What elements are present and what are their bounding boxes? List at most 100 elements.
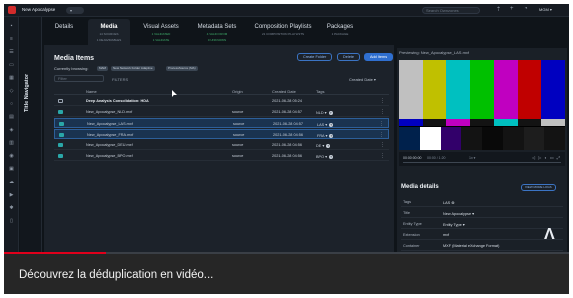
grid-icon[interactable]: ▦	[8, 75, 15, 81]
tab-packages[interactable]: Packages 1 PACKAGE	[322, 19, 358, 45]
app-logo-icon	[8, 6, 16, 14]
chevron-down-icon[interactable]: ▾	[325, 111, 327, 115]
video-frame[interactable]: New Apocalypse ▾ Search Ownzones ⇡ + ◔ M…	[4, 4, 569, 294]
box-icon[interactable]: ▣	[8, 166, 15, 172]
play-icon[interactable]: ▶	[8, 192, 15, 198]
row-menu-icon[interactable]: ⋮	[379, 132, 384, 138]
folder-icon	[58, 99, 63, 103]
users-icon[interactable]: ◉	[8, 153, 15, 159]
color-bar	[493, 60, 518, 119]
title-navigator-panel[interactable]: Title Navigator	[20, 17, 42, 257]
row-menu-icon[interactable]: ⋮	[379, 121, 384, 127]
sort-dropdown[interactable]: Created Date ▾	[349, 77, 376, 82]
media-details-title: Media details	[401, 184, 439, 190]
video-file-icon	[59, 133, 64, 137]
breadcrumb-chip[interactable]: New Network Folder Adaptive	[111, 66, 155, 71]
tab-metadata-sets[interactable]: Metadata Sets 4 VALID FROM 0 UNKNOWN	[192, 19, 242, 45]
row-menu-icon[interactable]: ⋮	[380, 153, 385, 159]
media-items-panel: Media Items Create Folder Delete Add Ite…	[44, 45, 394, 255]
row-menu-icon[interactable]: ⋮	[380, 98, 385, 104]
create-folder-button[interactable]: Create Folder	[297, 53, 333, 61]
filter-input[interactable]: Filter	[54, 75, 104, 82]
table-row[interactable]: New_Apocalypse_NLD.mxf source 2021-06-28…	[54, 107, 389, 117]
help-icon[interactable]: ?	[328, 111, 333, 115]
tag-icon[interactable]: ◇	[8, 88, 15, 94]
filters-toggle[interactable]: FILTERS	[112, 77, 128, 82]
home-icon[interactable]: ▪	[8, 23, 15, 29]
help-icon[interactable]: ?	[329, 134, 334, 138]
color-bar	[419, 127, 441, 150]
column-tags[interactable]: Tags	[316, 89, 324, 94]
globe-icon[interactable]: ○	[8, 101, 15, 107]
breadcrumb-chip[interactable]: MAM	[97, 66, 108, 71]
chart-icon[interactable]: ▥	[8, 140, 15, 146]
tab-details[interactable]: Details	[44, 19, 84, 45]
help-icon[interactable]: ?	[329, 123, 334, 127]
color-bar	[517, 60, 542, 119]
tab-composition-playlists[interactable]: Composition Playlists 21 COMPOSITION PLA…	[250, 19, 316, 45]
settings-icon[interactable]: ✱	[8, 205, 15, 211]
upload-icon[interactable]: ⇡	[496, 6, 501, 13]
menu-icon[interactable]: ≡	[8, 36, 15, 42]
table-row[interactable]: Deep Analysis Consolidation: HDA 2021-06…	[54, 96, 389, 106]
view-more-button[interactable]: VIEW MORE LOGS	[521, 184, 556, 191]
table-row[interactable]: New_Apocalypse_BPO.mxf source 2021-06-28…	[54, 151, 389, 161]
breadcrumb-chip[interactable]: ProcessSource (MA)	[166, 66, 198, 71]
table-header: Name Origin Created Date Tags	[54, 88, 389, 95]
row-menu-icon[interactable]: ⋮	[380, 109, 385, 115]
color-bar	[482, 127, 503, 150]
color-bar	[470, 119, 495, 126]
chevron-down-icon[interactable]: ▾	[325, 123, 327, 127]
column-origin[interactable]: Origin	[232, 89, 243, 94]
tab-visual-assets[interactable]: Visual Assets 1 VALIDATED 1 VALIDATE	[136, 19, 186, 45]
column-created-date[interactable]: Created Date	[272, 89, 296, 94]
video-preview[interactable]	[399, 60, 565, 150]
color-bar	[461, 127, 483, 150]
delete-button[interactable]: Delete	[337, 53, 360, 61]
chevron-down-icon[interactable]: ▾	[322, 144, 324, 148]
player-icons[interactable]: ◁ ▷ ◐ ▭ ⤢	[532, 155, 561, 160]
book-icon[interactable]: ▯	[8, 218, 15, 224]
table-row[interactable]: New_Apocalypse_FRA.mxf source 2021-06-28…	[54, 129, 389, 139]
help-icon[interactable]: ?	[326, 144, 331, 148]
add-icon[interactable]: +	[510, 6, 514, 12]
dropdown-pill[interactable]: ▾	[66, 7, 84, 14]
tab-media[interactable]: Media 14 SOURCES 1 DEJAVIRABLES	[88, 19, 130, 45]
search-input[interactable]: Search Ownzones	[422, 7, 480, 14]
color-bar	[544, 127, 565, 150]
detail-row-tags: Tags LAS ⊗	[401, 196, 563, 207]
help-icon[interactable]: ?	[329, 155, 334, 159]
chevron-down-icon[interactable]: ▾	[325, 134, 327, 138]
table-row[interactable]: New_Apocalypse_LAS.mxf source 2021-06-28…	[54, 118, 389, 128]
detail-row-title: Title New Apocalypse ▾	[401, 207, 563, 218]
color-bar	[470, 60, 495, 119]
preview-label: Previewing: New_Apocalypse_LAS.mxf	[399, 50, 470, 55]
color-bar	[523, 127, 545, 150]
media-items-title: Media Items	[54, 55, 95, 62]
table-row[interactable]: New_Apocalypse_DEU.mxf source 2021-06-28…	[54, 140, 389, 150]
player-controls: 00:00:00:00 00:00 / 1:20 1x ▾ ◁ ▷ ◐ ▭ ⤢	[399, 152, 565, 166]
color-bar	[446, 119, 471, 126]
detail-row-extension: Extension mxf	[401, 229, 563, 240]
chevron-down-icon[interactable]: ▾	[325, 155, 327, 159]
user-menu[interactable]: MGM ▾	[539, 7, 552, 12]
folder-icon[interactable]: ▭	[8, 62, 15, 68]
list-icon[interactable]: ☰	[8, 49, 15, 55]
playback-rate[interactable]: 1x ▾	[469, 156, 475, 160]
video-file-icon	[59, 122, 64, 126]
color-bar	[517, 119, 542, 126]
shield-icon[interactable]: ◈	[8, 127, 15, 133]
notification-icon[interactable]: ◔	[524, 6, 528, 12]
cloud-icon[interactable]: ☁	[8, 179, 15, 185]
color-bar	[422, 119, 447, 126]
add-items-button[interactable]: Add Items	[364, 53, 394, 61]
queue-icon[interactable]: ▤	[8, 114, 15, 120]
color-bar	[502, 127, 524, 150]
seek-bar[interactable]	[403, 162, 561, 163]
row-menu-icon[interactable]: ⋮	[380, 142, 385, 148]
color-bar	[541, 60, 565, 119]
preview-panel: Previewing: New_Apocalypse_LAS.mxf 00:00…	[397, 48, 567, 258]
column-name[interactable]: Name	[86, 89, 97, 94]
browsing-label: Currently browsing:	[54, 66, 89, 71]
color-bar	[493, 119, 518, 126]
